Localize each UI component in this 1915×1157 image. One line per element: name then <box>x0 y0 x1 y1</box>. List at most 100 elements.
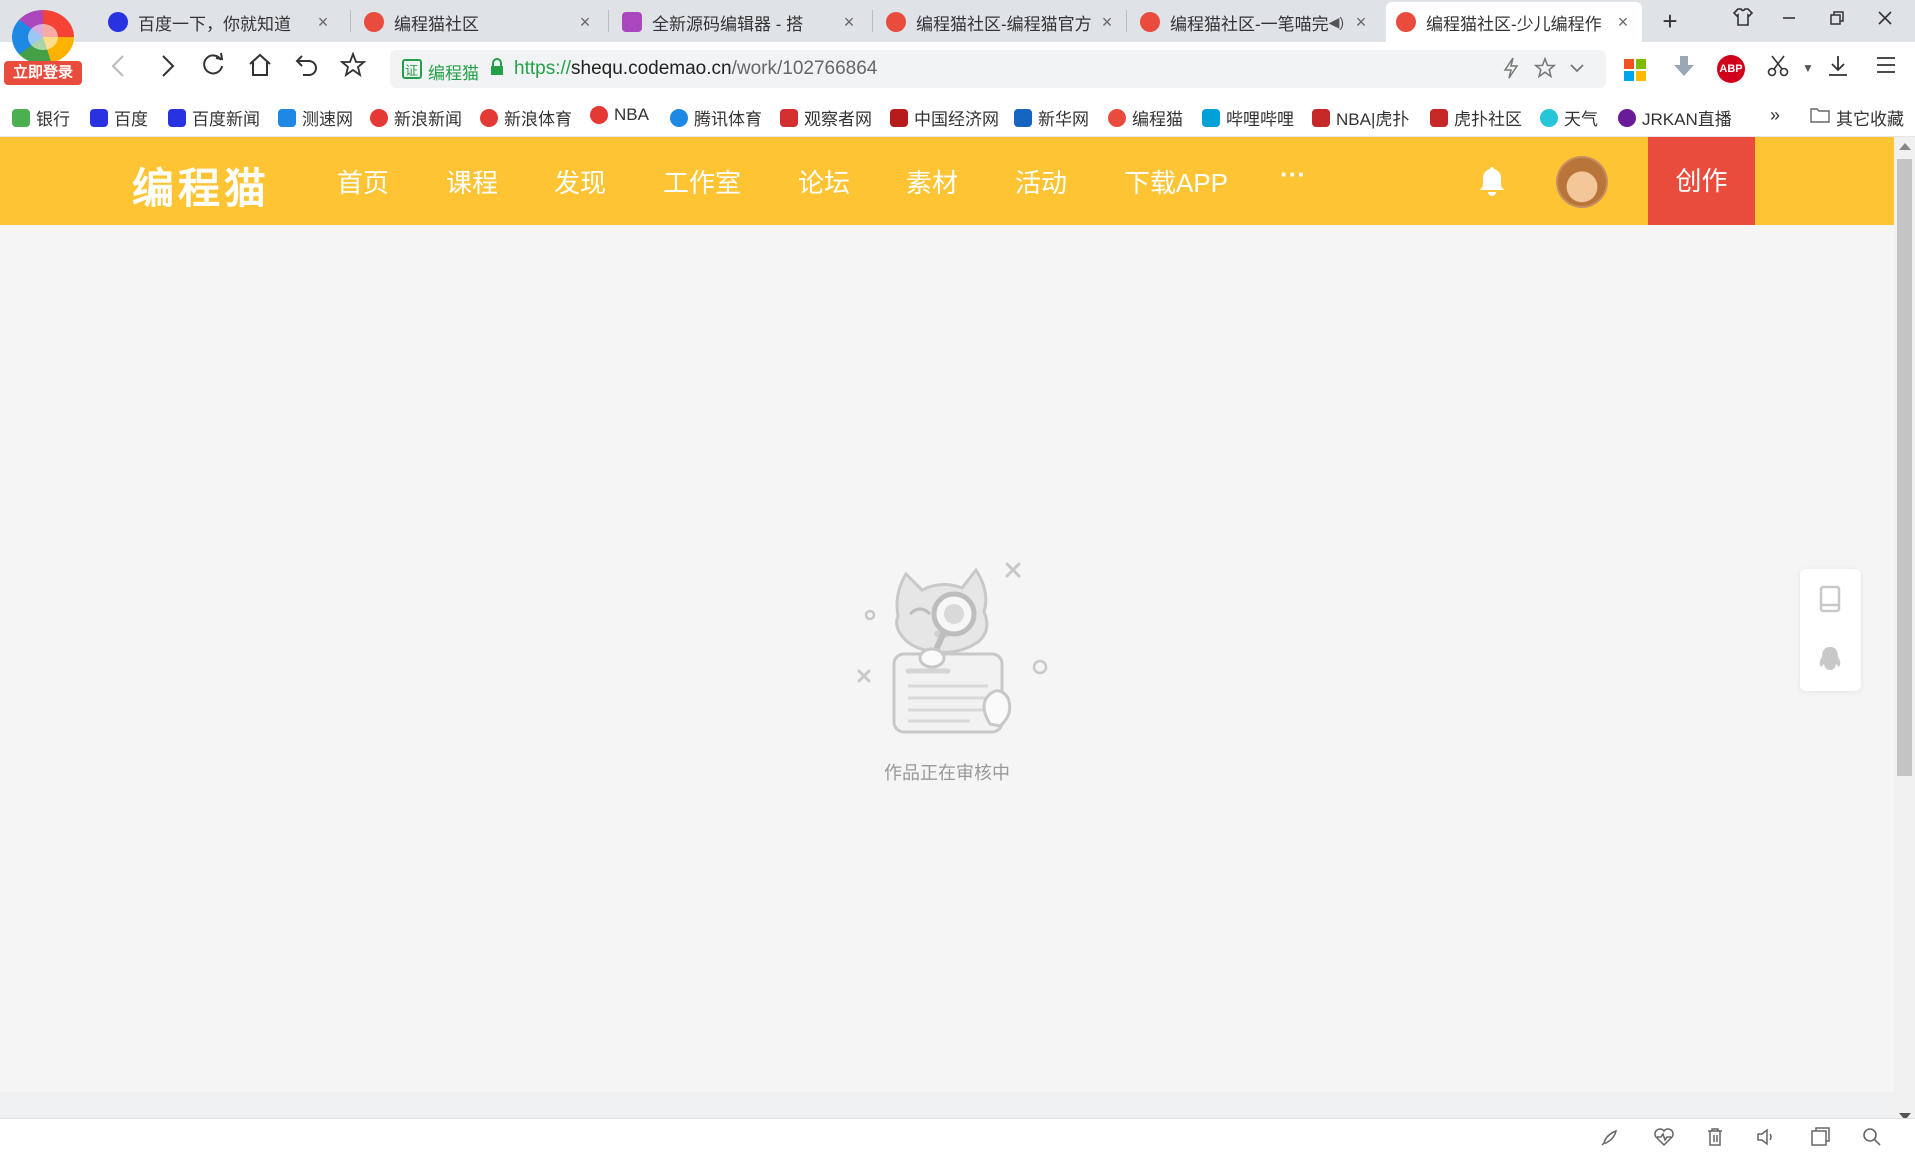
reviewing-cat-illustration <box>850 554 1055 744</box>
more-menu-button[interactable]: ··· <box>1280 159 1306 190</box>
bookmark-item[interactable]: 测速网 <box>278 105 353 130</box>
bookmark-item[interactable]: 编程猫 <box>1108 105 1183 130</box>
bookmark-item[interactable]: 观察者网 <box>780 105 872 130</box>
baidu-paw-icon <box>168 108 186 127</box>
login-badge[interactable]: 立即登录 <box>4 61 82 85</box>
site-header: 编程猫 首页 课程 发现 工作室 论坛 素材 活动 下载APP ··· 创作 <box>0 137 1894 225</box>
tab-close-icon[interactable]: × <box>1352 12 1370 33</box>
bookmarks-overflow-button[interactable]: » <box>1770 105 1780 126</box>
bookmark-item[interactable]: JRKAN直播 <box>1618 105 1732 130</box>
window-layout-icon[interactable] <box>1808 1127 1832 1151</box>
adblock-icon[interactable]: ABP <box>1717 55 1745 83</box>
tab-close-icon[interactable]: × <box>1614 12 1632 33</box>
new-tab-button[interactable]: + <box>1655 6 1685 36</box>
menu-icon[interactable] <box>1872 54 1900 82</box>
site-logo[interactable]: 编程猫 <box>132 155 270 216</box>
tab-baidu[interactable]: 百度一下，你就知道 × <box>98 2 342 42</box>
floating-side-panel <box>1800 569 1861 691</box>
qq-penguin-icon[interactable] <box>1818 645 1842 673</box>
empty-state-message: 作品正在审核中 <box>884 763 1010 783</box>
bank-icon <box>12 108 30 127</box>
close-window-icon[interactable] <box>1870 6 1900 36</box>
apps-grid-icon[interactable] <box>1624 59 1646 81</box>
restore-icon[interactable] <box>1822 6 1852 36</box>
rocket-icon[interactable] <box>1598 1127 1622 1151</box>
codemao-icon <box>1140 12 1160 32</box>
other-bookmarks-folder[interactable]: 其它收藏 <box>1810 105 1904 130</box>
home-icon[interactable] <box>243 52 277 86</box>
bilibili-icon <box>1202 108 1220 127</box>
scissors-icon[interactable] <box>1764 54 1792 82</box>
undo-close-icon[interactable] <box>290 52 324 86</box>
bookmark-item[interactable]: 中国经济网 <box>890 105 999 130</box>
scrollbar-thumb[interactable] <box>1897 159 1912 776</box>
scissors-dropdown-icon[interactable]: ▼ <box>1794 54 1822 82</box>
folder-icon <box>1810 106 1830 129</box>
minimize-icon[interactable] <box>1774 6 1804 36</box>
bookmark-item[interactable]: 虎扑社区 <box>1430 105 1522 130</box>
tab-close-icon[interactable]: × <box>576 12 594 33</box>
tab-close-icon[interactable]: × <box>314 12 332 33</box>
speedtest-icon <box>278 108 296 127</box>
bookmark-item[interactable]: 百度 <box>90 105 148 130</box>
page-scrollbar[interactable] <box>1894 137 1915 1120</box>
ce-icon <box>890 108 908 127</box>
bookmark-item[interactable]: 新浪新闻 <box>370 105 462 130</box>
page-footer-strip <box>0 1092 1894 1118</box>
search-icon[interactable] <box>1860 1127 1884 1151</box>
bookmark-star-icon[interactable] <box>1533 56 1557 85</box>
navigation-bar: 编程猫 https://shequ.codemao.cn/work/102766… <box>0 42 1915 95</box>
scroll-up-arrow-icon[interactable] <box>1899 143 1911 150</box>
back-icon[interactable] <box>102 52 136 86</box>
address-bar[interactable]: 编程猫 https://shequ.codemao.cn/work/102766… <box>390 50 1606 88</box>
tab-close-icon[interactable]: × <box>1098 12 1116 33</box>
downloads-icon[interactable] <box>1824 54 1852 82</box>
bookmark-item[interactable]: 哔哩哔哩 <box>1202 105 1294 130</box>
tab-codemao-official[interactable]: 编程猫社区-编程猫官方 × <box>876 2 1126 42</box>
tab-codemao-community[interactable]: 编程猫社区 × <box>354 2 604 42</box>
bookmark-item[interactable]: 百度新闻 <box>168 105 260 130</box>
weibo-icon <box>370 108 388 127</box>
nav-home[interactable]: 首页 <box>337 163 389 200</box>
lightning-icon[interactable] <box>1502 57 1520 85</box>
nav-forum[interactable]: 论坛 <box>798 163 850 200</box>
nav-materials[interactable]: 素材 <box>906 163 958 200</box>
nav-activities[interactable]: 活动 <box>1015 163 1067 200</box>
bookmark-item[interactable]: 天气 <box>1540 105 1598 130</box>
speaker-icon[interactable] <box>1754 1127 1778 1151</box>
download-arrow-icon[interactable] <box>1670 54 1698 82</box>
tab-audio-icon[interactable]: ◀) <box>1329 14 1344 31</box>
forward-icon[interactable] <box>150 52 184 86</box>
tab-codemao-yibi[interactable]: 编程猫社区-一笔喵完 ◀) × <box>1130 2 1380 42</box>
user-avatar[interactable] <box>1556 156 1608 208</box>
skin-icon[interactable] <box>1728 6 1758 36</box>
nav-courses[interactable]: 课程 <box>446 163 498 200</box>
nav-download-app[interactable]: 下载APP <box>1124 163 1228 200</box>
weather-icon <box>1540 108 1558 127</box>
jrkan-icon <box>1618 108 1636 127</box>
chevron-down-icon[interactable] <box>1568 57 1586 85</box>
bookmark-item[interactable]: 腾讯体育 <box>670 105 762 130</box>
trash-icon[interactable] <box>1703 1127 1727 1151</box>
nav-studio[interactable]: 工作室 <box>663 163 741 200</box>
url-text[interactable]: https://shequ.codemao.cn/work/102766864 <box>514 58 877 80</box>
tablet-icon[interactable] <box>1818 585 1842 613</box>
browser-logo[interactable]: 立即登录 <box>4 4 82 85</box>
favorite-star-icon[interactable] <box>336 51 370 86</box>
hupu-icon <box>1312 108 1330 127</box>
health-heart-icon[interactable] <box>1652 1127 1676 1151</box>
guancha-icon <box>780 108 798 127</box>
tab-codemao-active[interactable]: 编程猫社区-少儿编程作 × <box>1386 2 1642 42</box>
create-button[interactable]: 创作 <box>1648 137 1755 225</box>
bookmark-item[interactable]: 新华网 <box>1014 105 1089 130</box>
codemao-icon <box>1108 108 1126 127</box>
bell-icon[interactable] <box>1478 165 1506 197</box>
reload-icon[interactable] <box>196 52 230 86</box>
bookmark-item[interactable]: 银行 <box>12 105 70 130</box>
bookmark-item[interactable]: NBA <box>590 105 649 125</box>
tab-source-editor[interactable]: 全新源码编辑器 - 搭 × <box>612 2 868 42</box>
bookmark-item[interactable]: NBA|虎扑 <box>1312 105 1409 130</box>
nav-discover[interactable]: 发现 <box>554 163 606 200</box>
bookmark-item[interactable]: 新浪体育 <box>480 105 572 130</box>
tab-close-icon[interactable]: × <box>840 12 858 33</box>
